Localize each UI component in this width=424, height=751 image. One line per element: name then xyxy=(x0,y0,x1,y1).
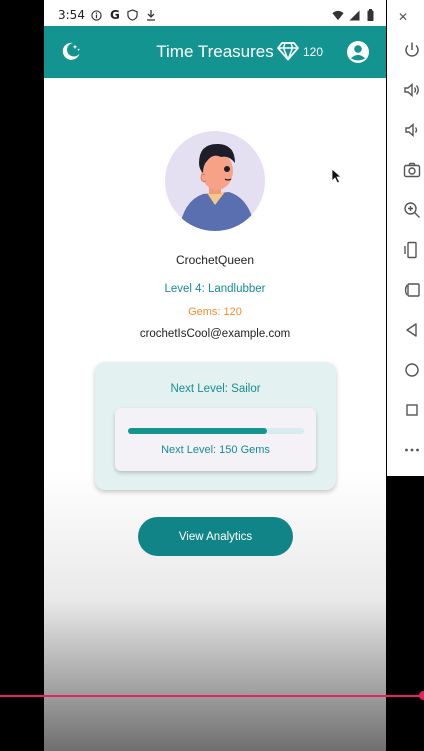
close-icon[interactable]: ✕ xyxy=(398,10,408,24)
progress-track xyxy=(128,428,304,434)
signal-icon xyxy=(348,9,360,21)
back-icon[interactable] xyxy=(402,320,422,340)
shield-icon xyxy=(127,9,139,21)
rotate-left-icon[interactable] xyxy=(402,240,422,260)
progress-fill xyxy=(128,428,268,434)
username: CrochetQueen xyxy=(175,253,255,267)
info-icon xyxy=(91,9,103,21)
next-level-title: Next Level: Sailor xyxy=(170,383,261,395)
status-bar: 3:54 G xyxy=(44,4,386,26)
account-circle-icon[interactable] xyxy=(346,40,370,64)
level-label: Level 4: Landlubber xyxy=(164,283,266,295)
camera-icon[interactable] xyxy=(402,160,422,180)
power-icon[interactable] xyxy=(402,40,422,60)
progress-card: Next Level: Sailor Next Level: 150 Gems xyxy=(95,362,336,490)
download-icon xyxy=(145,9,157,21)
app-bar: Time Treasures 120 xyxy=(44,26,386,78)
email-label: crochetIsCool@example.com xyxy=(139,328,291,340)
gems-needed-label: Next Level: 150 Gems xyxy=(161,444,270,456)
gem-count: 120 xyxy=(303,45,324,59)
battery-icon xyxy=(364,9,376,21)
rotate-right-icon[interactable] xyxy=(402,280,422,300)
avatar xyxy=(165,131,265,231)
app-title: Time Treasures xyxy=(156,42,274,61)
red-guide-handle[interactable] xyxy=(419,691,424,700)
view-analytics-button[interactable]: View Analytics xyxy=(138,517,293,556)
zoom-icon[interactable] xyxy=(402,200,422,220)
progress-panel: Next Level: 150 Gems xyxy=(115,408,316,471)
home-icon[interactable] xyxy=(402,360,422,380)
mouse-pointer-icon xyxy=(331,168,343,184)
phone-screen: 3:54 G Time Treasures 120 CrochetQueen L… xyxy=(44,0,386,751)
google-g-icon: G xyxy=(110,8,120,22)
volume-down-icon[interactable] xyxy=(402,120,422,140)
overview-icon[interactable] xyxy=(402,400,422,420)
red-guide-line xyxy=(0,695,424,697)
gems-label: Gems: 120 xyxy=(188,306,242,318)
wifi-icon xyxy=(332,9,344,21)
diamond-icon xyxy=(277,40,299,62)
emulator-toolbar: ✕ xyxy=(387,0,424,476)
volume-up-icon[interactable] xyxy=(402,80,422,100)
more-icon[interactable] xyxy=(402,440,422,460)
status-time: 3:54 xyxy=(58,8,85,22)
